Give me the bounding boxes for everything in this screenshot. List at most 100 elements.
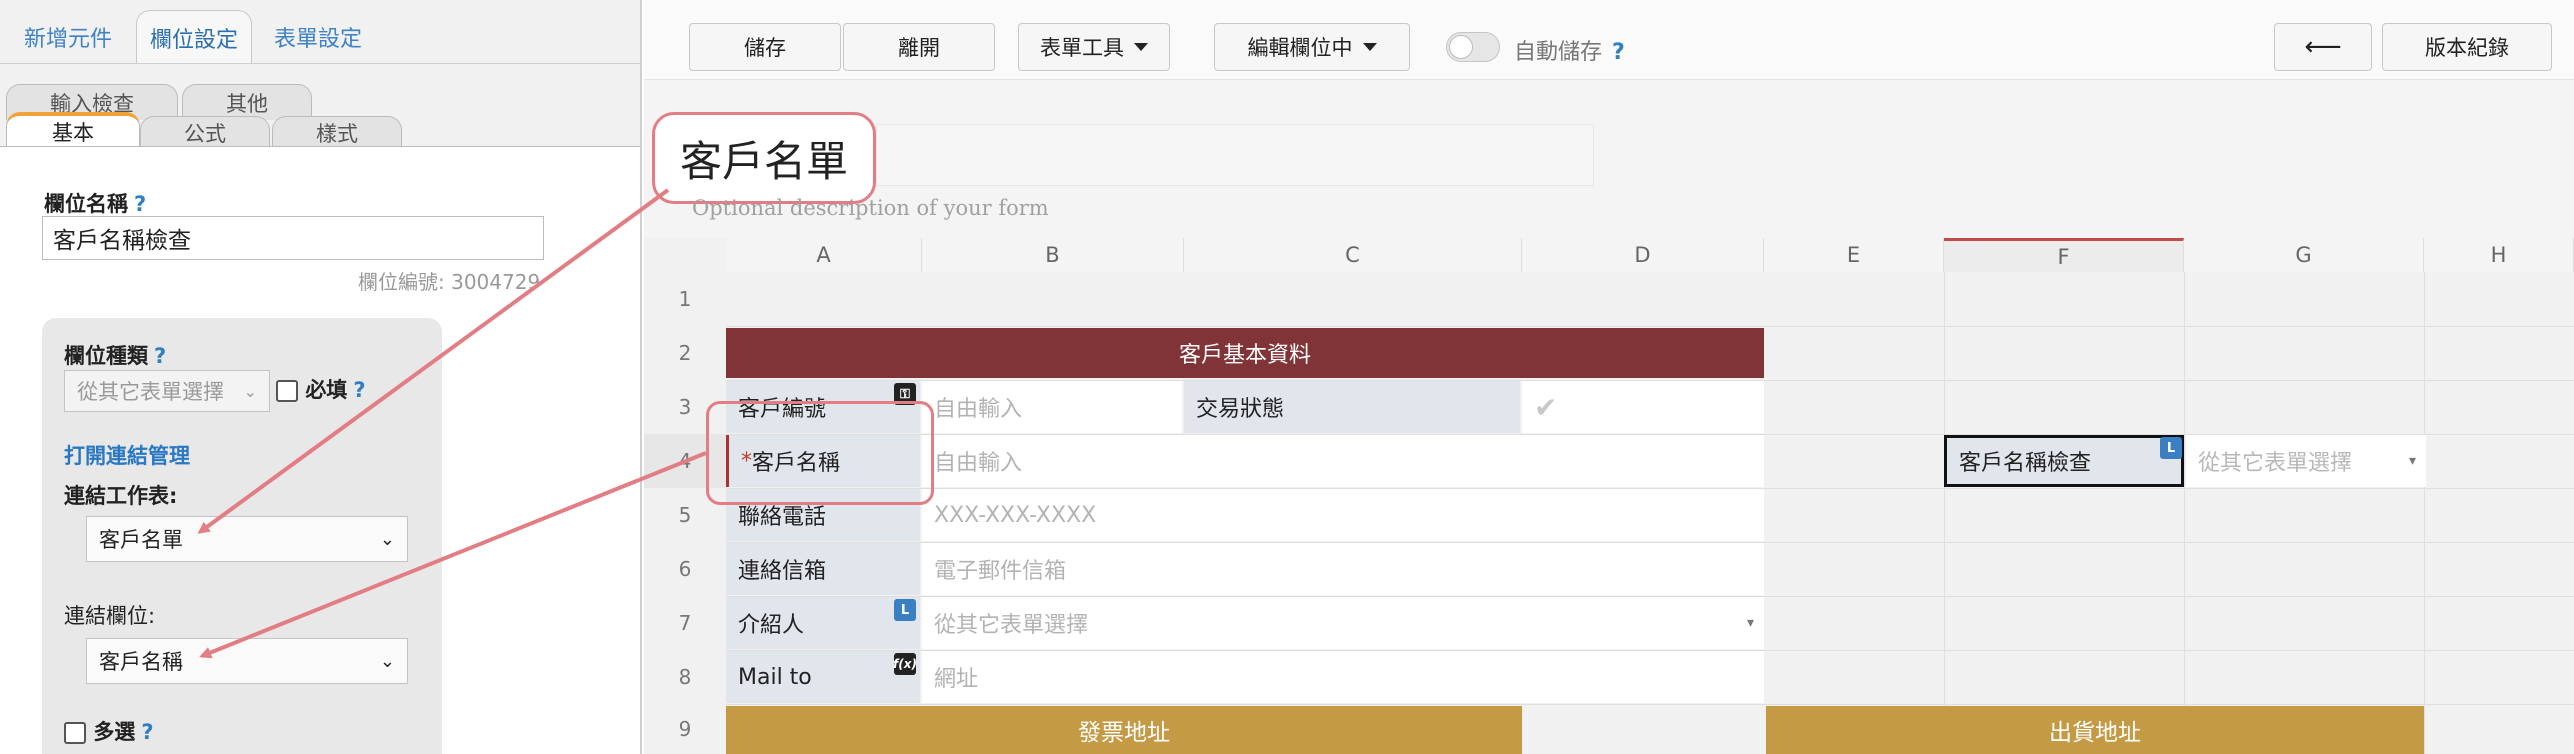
caret-down-icon xyxy=(1134,43,1148,51)
grid-line xyxy=(726,704,2574,705)
row-header-7[interactable]: 7 xyxy=(644,596,726,650)
subtab-basic[interactable]: 基本 xyxy=(6,112,140,148)
edit-field-button[interactable]: 編輯欄位中 xyxy=(1214,23,1410,71)
autosave-toggle[interactable] xyxy=(1446,32,1500,62)
help-icon[interactable]: ? xyxy=(141,720,153,744)
section-header-shipping-address[interactable]: 出貨地址 xyxy=(1766,706,2424,754)
subtab-other[interactable]: 其他 xyxy=(182,84,312,120)
chevron-down-icon: ⌄ xyxy=(379,650,395,672)
help-icon[interactable]: ? xyxy=(134,192,146,216)
field-type-label: 欄位種類? xyxy=(64,340,166,370)
autosave-label: 自動儲存? xyxy=(1514,34,1625,66)
form-tools-label: 表單工具 xyxy=(1040,36,1124,60)
form-description[interactable]: Optional description of your form xyxy=(692,196,1049,220)
column-header-d[interactable]: D xyxy=(1522,238,1764,272)
customer-name-input[interactable]: 自由輸入 xyxy=(922,435,1764,487)
customer-name-check-select[interactable]: 從其它表單選擇 ▾ xyxy=(2186,435,2426,487)
caret-down-icon xyxy=(1362,43,1377,51)
select-placeholder: 從其它表單選擇 xyxy=(2198,451,2353,476)
caret-down-icon: ▾ xyxy=(1746,615,1754,631)
toggle-knob xyxy=(1449,35,1473,59)
multi-select-label: 多選 xyxy=(93,720,136,744)
field-name-label: 欄位名稱? xyxy=(44,188,146,218)
email-input[interactable]: 電子郵件信箱 xyxy=(922,543,1764,595)
field-type-value: 從其它表單選擇 xyxy=(77,380,224,404)
row-header-6[interactable]: 6 xyxy=(644,542,726,596)
url-input[interactable]: 網址 xyxy=(922,651,1764,703)
trade-status-label[interactable]: 交易狀態 xyxy=(1184,381,1520,433)
leave-button[interactable]: 離開 xyxy=(843,23,995,71)
form-title[interactable]: 客戶名單 xyxy=(652,112,876,204)
save-button[interactable]: 儲存 xyxy=(689,23,841,71)
grid-line xyxy=(2184,272,2185,754)
subtab-style[interactable]: 樣式 xyxy=(272,116,402,148)
section-header-invoice-address[interactable]: 發票地址 xyxy=(726,706,1522,754)
subtab-formula[interactable]: 公式 xyxy=(140,116,270,148)
field-name-input[interactable]: 客戶名稱檢查 xyxy=(42,216,544,260)
field-name-label-text: 欄位名稱 xyxy=(44,192,128,216)
link-sheet-value: 客戶名單 xyxy=(99,528,183,552)
back-arrow-button[interactable]: ⟵ xyxy=(2274,23,2372,71)
row-header-8[interactable]: 8 xyxy=(644,650,726,704)
phone-input[interactable]: XXX-XXX-XXXX xyxy=(922,489,1764,541)
annotation-highlight-box xyxy=(706,401,934,505)
link-field-select[interactable]: 客戶名稱 ⌄ xyxy=(86,638,408,684)
email-label[interactable]: 連絡信箱 xyxy=(726,543,920,595)
column-header-f[interactable]: F xyxy=(1944,238,2184,272)
grid-line xyxy=(2424,272,2425,754)
help-icon[interactable]: ? xyxy=(1612,40,1625,65)
tab-field-settings[interactable]: 欄位設定 xyxy=(136,10,252,64)
required-option: 必填? xyxy=(276,374,366,404)
section-header-customer-info[interactable]: 客戶基本資料 xyxy=(726,328,1764,378)
autosave-text: 自動儲存 xyxy=(1514,40,1603,65)
caret-down-icon: ▾ xyxy=(2408,453,2416,469)
field-type-label-text: 欄位種類 xyxy=(64,344,148,368)
field-type-select[interactable]: 從其它表單選擇 ⌄ xyxy=(64,370,270,412)
tab-add-element[interactable]: 新增元件 xyxy=(6,10,130,64)
sheet-grid: A B C D E F G H 1 2 3 4 5 6 7 8 9 客戶基本資料… xyxy=(644,238,2574,754)
form-title-field[interactable] xyxy=(876,124,1594,186)
multi-select-option: 多選? xyxy=(64,716,154,746)
link-field-value: 客戶名稱 xyxy=(99,650,183,674)
field-id: 欄位編號: 3004729 xyxy=(358,270,541,294)
customer-id-input[interactable]: 自由輸入 xyxy=(922,381,1182,433)
formula-icon: f(x) xyxy=(893,653,917,675)
column-header-b[interactable]: B xyxy=(922,238,1184,272)
multi-select-checkbox[interactable] xyxy=(64,722,86,744)
trade-status-checkbox[interactable]: ✔ xyxy=(1522,381,1764,433)
open-link-manager-link[interactable]: 打開連結管理 xyxy=(64,440,190,470)
column-header-g[interactable]: G xyxy=(2184,238,2424,272)
referrer-label[interactable]: 介紹人 xyxy=(726,597,920,649)
select-placeholder: 從其它表單選擇 xyxy=(934,613,1089,638)
link-sheet-select[interactable]: 客戶名單 ⌄ xyxy=(86,516,408,562)
link-icon: L xyxy=(894,599,916,621)
row-header-1[interactable]: 1 xyxy=(644,272,726,326)
tab-form-settings[interactable]: 表單設定 xyxy=(258,10,378,64)
column-header-a[interactable]: A xyxy=(726,238,922,272)
referrer-select[interactable]: 從其它表單選擇 ▾ xyxy=(922,597,1764,649)
customer-name-check-cell[interactable]: 客戶名稱檢查 xyxy=(1944,435,2184,487)
help-icon[interactable]: ? xyxy=(154,344,166,368)
edit-field-label: 編輯欄位中 xyxy=(1247,36,1353,60)
version-history-button[interactable]: 版本紀錄 xyxy=(2382,23,2552,71)
row-header-2[interactable]: 2 xyxy=(644,326,726,380)
chevron-down-icon: ⌄ xyxy=(243,381,257,401)
link-field-label: 連結欄位: xyxy=(64,604,156,628)
help-icon[interactable]: ? xyxy=(353,378,365,402)
tab-divider xyxy=(0,63,640,64)
toolbar: 儲存 離開 表單工具 編輯欄位中 自動儲存? ⟵ 版本紀錄 xyxy=(644,0,2574,80)
grid-line xyxy=(1944,272,1945,754)
link-icon: L xyxy=(2160,437,2182,459)
column-header-c[interactable]: C xyxy=(1184,238,1522,272)
required-label: 必填 xyxy=(305,378,348,402)
required-checkbox[interactable] xyxy=(276,380,298,402)
row-header-9[interactable]: 9 xyxy=(644,704,726,754)
chevron-down-icon: ⌄ xyxy=(379,528,395,550)
mail-to-label[interactable]: Mail to xyxy=(726,651,920,703)
link-sheet-label: 連結工作表: xyxy=(64,484,178,508)
grid-line xyxy=(726,326,2574,327)
column-header-h[interactable]: H xyxy=(2424,238,2574,272)
column-header-e[interactable]: E xyxy=(1764,238,1944,272)
field-settings-panel: 新增元件 欄位設定 表單設定 輸入檢查 其他 基本 公式 樣式 欄位名稱? 客戶… xyxy=(0,0,642,754)
form-tools-button[interactable]: 表單工具 xyxy=(1018,23,1170,71)
